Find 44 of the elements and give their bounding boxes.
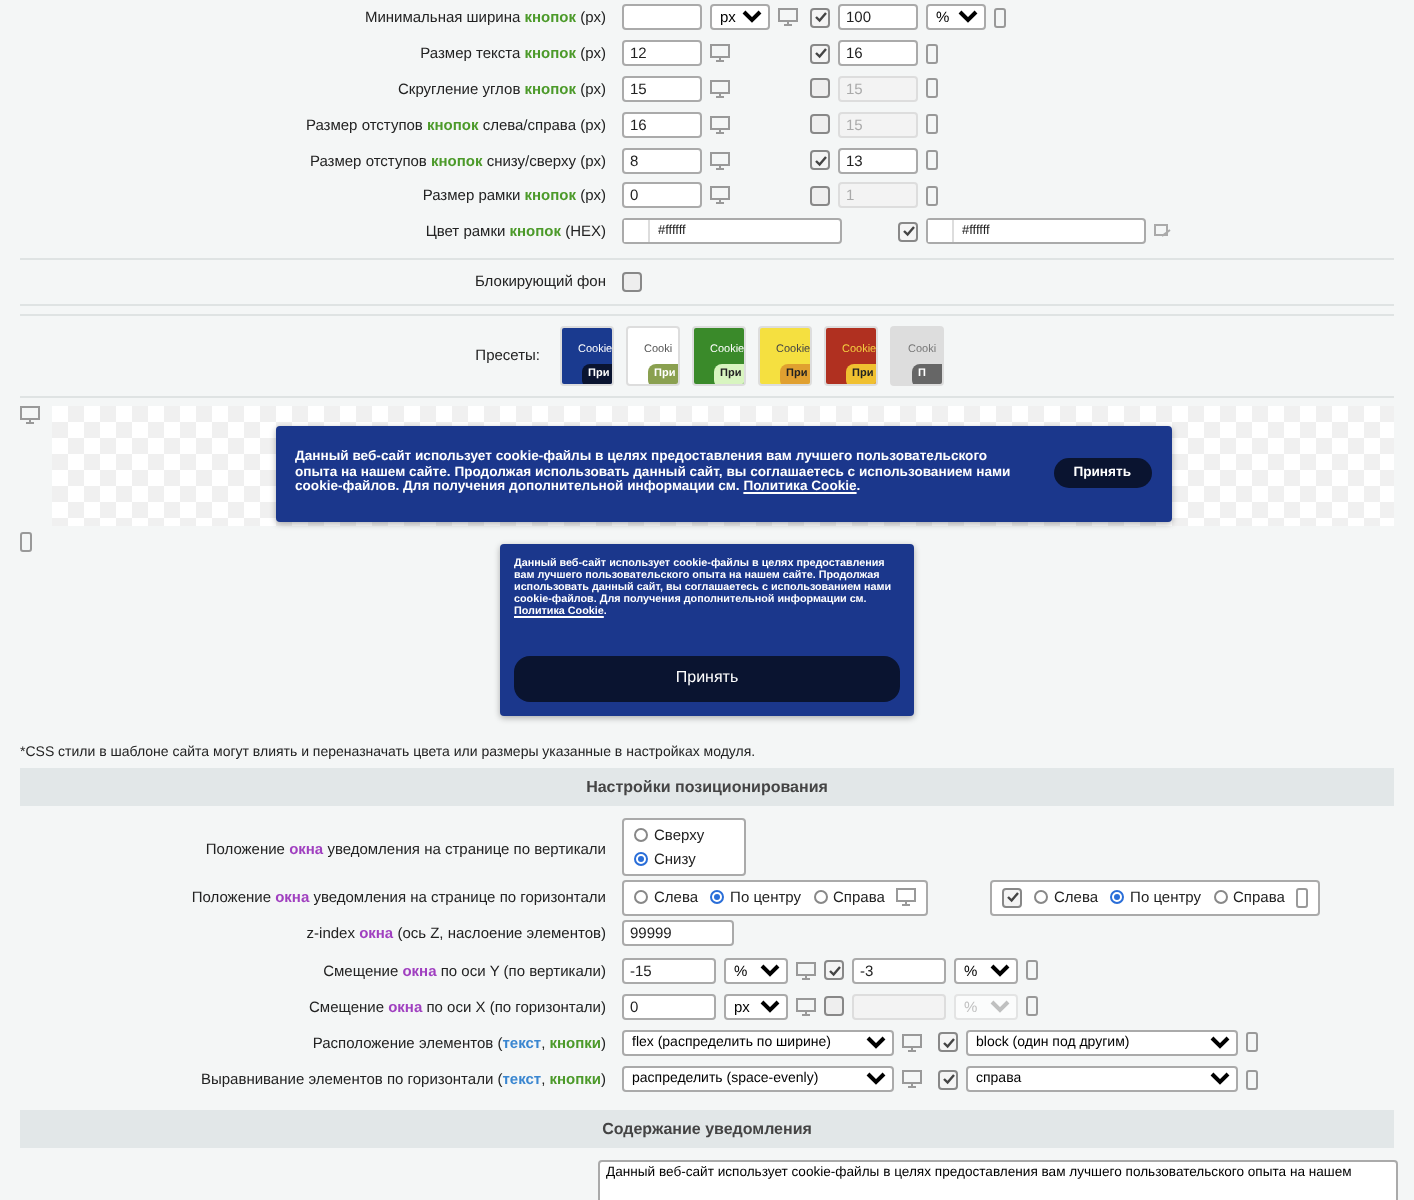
color-swatch[interactable]	[928, 220, 954, 243]
monitor-icon	[710, 115, 730, 134]
color-swatch[interactable]	[624, 220, 650, 243]
checkbox[interactable]	[810, 78, 830, 99]
checkbox[interactable]	[622, 271, 642, 292]
checkbox[interactable]	[810, 114, 830, 135]
monitor-icon	[710, 186, 730, 205]
monitor-icon	[778, 8, 798, 27]
monitor-icon	[710, 151, 730, 170]
checkbox[interactable]	[1002, 887, 1022, 908]
section-header: Настройки позиционирования	[20, 767, 1394, 806]
phone-icon	[926, 150, 938, 171]
monitor-icon	[710, 79, 730, 98]
checkbox[interactable]	[938, 1032, 958, 1053]
checkbox[interactable]	[898, 221, 918, 242]
monitor-icon	[796, 961, 816, 980]
phone-icon	[1246, 1032, 1258, 1053]
monitor-icon	[796, 997, 816, 1016]
monitor-icon	[902, 1033, 922, 1052]
phone-icon	[926, 185, 938, 206]
checkbox[interactable]	[938, 1069, 958, 1090]
monitor-icon	[20, 405, 40, 424]
reset-icon[interactable]	[1154, 223, 1172, 240]
checkbox[interactable]	[824, 996, 844, 1017]
phone-icon	[1296, 887, 1309, 908]
monitor-icon	[710, 44, 730, 63]
checkbox[interactable]	[810, 185, 830, 206]
checkbox[interactable]	[810, 43, 830, 64]
checkbox[interactable]	[810, 7, 830, 28]
section-header: Содержание уведомления	[20, 1109, 1394, 1148]
monitor-icon	[902, 1070, 922, 1089]
number-field[interactable]	[622, 4, 702, 31]
checkbox[interactable]	[824, 960, 844, 981]
phone-icon	[20, 531, 32, 552]
phone-icon	[1026, 960, 1038, 981]
monitor-icon	[896, 888, 917, 907]
phone-icon	[926, 43, 938, 64]
phone-icon	[1246, 1069, 1258, 1090]
phone-icon	[1026, 996, 1038, 1017]
accept-button[interactable]: Принять	[514, 655, 900, 702]
phone-icon	[926, 114, 938, 135]
checkbox[interactable]	[810, 150, 830, 171]
phone-icon	[994, 7, 1006, 28]
phone-icon	[926, 78, 938, 99]
